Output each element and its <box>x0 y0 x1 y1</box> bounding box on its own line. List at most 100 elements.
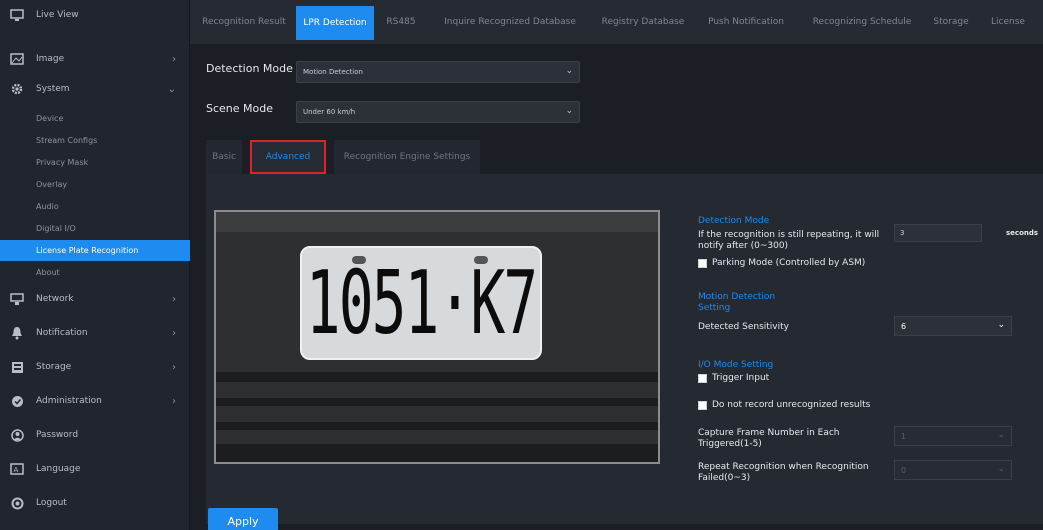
repeat-text-line2: notify after (0~300) <box>698 241 789 251</box>
chevron-right-icon: › <box>172 327 176 339</box>
seconds-unit: seconds <box>1006 229 1039 237</box>
chevron-down-icon: ⌄ <box>565 66 573 76</box>
sidebar-subitem-stream-configs[interactable]: Stream Configs <box>0 130 190 151</box>
parking-mode-checkbox[interactable] <box>698 259 707 268</box>
sidebar-item-administration[interactable]: Administration › <box>0 386 190 416</box>
chevron-down-icon: ⌄ <box>565 106 573 116</box>
chevron-down-icon: ⌄ <box>167 83 176 95</box>
repeat-recognition-select[interactable]: 0 ⌄ <box>894 460 1012 480</box>
tab-lpr-detection[interactable]: LPR Detection <box>296 6 374 40</box>
tab-recognizing-schedule[interactable]: Recognizing Schedule <box>802 0 922 44</box>
advanced-settings: Detection Mode If the recognition is sti… <box>698 210 1043 520</box>
chevron-down-icon: ⌄ <box>997 320 1005 330</box>
motion-title-line2: Setting <box>698 303 731 313</box>
capture-frame-select[interactable]: 1 ⌄ <box>894 426 1012 446</box>
main-content: Detection Mode Motion Detection ⌄ Scene … <box>190 44 1043 530</box>
camera-snapshot: 1051·K7 <box>214 210 660 464</box>
sidebar-item-label: Logout <box>36 498 67 508</box>
tab-recognition-engine-settings[interactable]: Recognition Engine Settings <box>334 140 480 174</box>
detection-mode-value: Motion Detection <box>303 68 363 76</box>
repeat-recognition-value: 0 <box>901 465 907 475</box>
sidebar-item-language[interactable]: A Language <box>0 454 190 484</box>
user-icon <box>10 428 24 442</box>
sidebar-item-password[interactable]: Password <box>0 420 190 450</box>
shield-icon <box>10 394 24 408</box>
top-tab-bar: Recognition Result LPR Detection RS485 I… <box>190 0 1043 44</box>
tab-storage[interactable]: Storage <box>926 0 976 44</box>
sub-tab-bar: Basic Advanced Recognition Engine Settin… <box>206 140 1030 174</box>
network-icon <box>10 292 24 306</box>
chevron-right-icon: › <box>172 53 176 65</box>
scene-mode-select[interactable]: Under 60 km/h ⌄ <box>296 101 580 123</box>
tab-registry-database[interactable]: Registry Database <box>596 0 690 44</box>
sensitivity-label: Detected Sensitivity <box>698 322 789 332</box>
sidebar-subitem-license-plate-recognition[interactable]: License Plate Recognition <box>0 240 190 261</box>
detection-mode-label: Detection Mode <box>206 62 293 75</box>
sidebar-item-label: Notification <box>36 328 88 338</box>
svg-text:A: A <box>14 466 19 474</box>
tab-inquire-recognized-database[interactable]: Inquire Recognized Database <box>430 0 590 44</box>
license-plate: 1051·K7 <box>300 246 542 360</box>
trigger-input-label: Trigger Input <box>712 373 770 383</box>
license-plate-text: 1051·K7 <box>305 252 538 354</box>
sidebar-item-live-view[interactable]: Live View <box>0 0 190 30</box>
tab-basic[interactable]: Basic <box>206 140 242 174</box>
sidebar: Live View Image › System ⌄ Device Stream… <box>0 0 190 530</box>
tab-license[interactable]: License <box>980 0 1036 44</box>
sidebar-item-label: Image <box>36 54 65 64</box>
sidebar-item-label: Network <box>36 294 74 304</box>
no-record-checkbox[interactable] <box>698 401 707 410</box>
sidebar-item-image[interactable]: Image › <box>0 44 190 74</box>
sidebar-item-logout[interactable]: Logout <box>0 488 190 518</box>
capture-label-line1: Capture Frame Number in Each <box>698 428 840 438</box>
sidebar-item-label: Password <box>36 430 79 440</box>
sidebar-subitem-device[interactable]: Device <box>0 108 190 129</box>
sidebar-item-label: Storage <box>36 362 72 372</box>
trigger-input-checkbox[interactable] <box>698 374 707 383</box>
storage-icon <box>10 360 24 374</box>
tab-recognition-result[interactable]: Recognition Result <box>198 0 290 44</box>
chevron-right-icon: › <box>172 395 176 407</box>
chevron-right-icon: › <box>172 293 176 305</box>
sensitivity-select[interactable]: 6 ⌄ <box>894 316 1012 336</box>
parking-mode-label: Parking Mode (Controlled by ASM) <box>712 258 866 268</box>
sidebar-item-system[interactable]: System ⌄ <box>0 74 190 104</box>
detection-mode-title: Detection Mode <box>698 216 770 226</box>
advanced-panel: 1051·K7 Detection Mode If the recognitio… <box>206 174 1043 524</box>
scene-mode-value: Under 60 km/h <box>303 108 356 116</box>
image-icon <box>10 52 24 66</box>
apply-button[interactable]: Apply <box>208 508 278 530</box>
sidebar-item-notification[interactable]: Notification › <box>0 318 190 348</box>
chevron-down-icon: ⌄ <box>997 464 1005 474</box>
sidebar-item-network[interactable]: Network › <box>0 284 190 314</box>
chevron-right-icon: › <box>172 361 176 373</box>
sidebar-item-label: Live View <box>36 10 79 20</box>
repeat-recog-line1: Repeat Recognition when Recognition <box>698 462 869 472</box>
sidebar-item-storage[interactable]: Storage › <box>0 352 190 382</box>
tab-advanced[interactable]: Advanced <box>250 140 326 174</box>
monitor-icon <box>10 8 24 22</box>
capture-label-line2: Triggered(1-5) <box>698 439 762 449</box>
power-icon <box>10 496 24 510</box>
io-mode-title: I/O Mode Setting <box>698 360 774 370</box>
repeat-seconds-input[interactable]: 3 <box>894 224 982 242</box>
language-icon: A <box>10 462 24 476</box>
chevron-down-icon: ⌄ <box>997 430 1005 440</box>
detection-mode-select[interactable]: Motion Detection ⌄ <box>296 61 580 83</box>
sensitivity-value: 6 <box>901 321 907 331</box>
repeat-text-line1: If the recognition is still repeating, i… <box>698 230 880 240</box>
sidebar-subitem-audio[interactable]: Audio <box>0 196 190 217</box>
tab-rs485[interactable]: RS485 <box>380 0 422 44</box>
sidebar-subitem-overlay[interactable]: Overlay <box>0 174 190 195</box>
motion-title-line1: Motion Detection <box>698 292 776 302</box>
sidebar-subitem-about[interactable]: About <box>0 262 190 283</box>
sidebar-subitem-digital-io[interactable]: Digital I/O <box>0 218 190 239</box>
sidebar-item-label: System <box>36 84 70 94</box>
sidebar-item-label: Administration <box>36 396 102 406</box>
repeat-recog-line2: Failed(0~3) <box>698 473 751 483</box>
tab-push-notification[interactable]: Push Notification <box>700 0 792 44</box>
sidebar-subitem-privacy-mask[interactable]: Privacy Mask <box>0 152 190 173</box>
no-record-label: Do not record unrecognized results <box>712 400 871 410</box>
sidebar-item-label: Language <box>36 464 81 474</box>
gear-icon <box>10 82 24 96</box>
